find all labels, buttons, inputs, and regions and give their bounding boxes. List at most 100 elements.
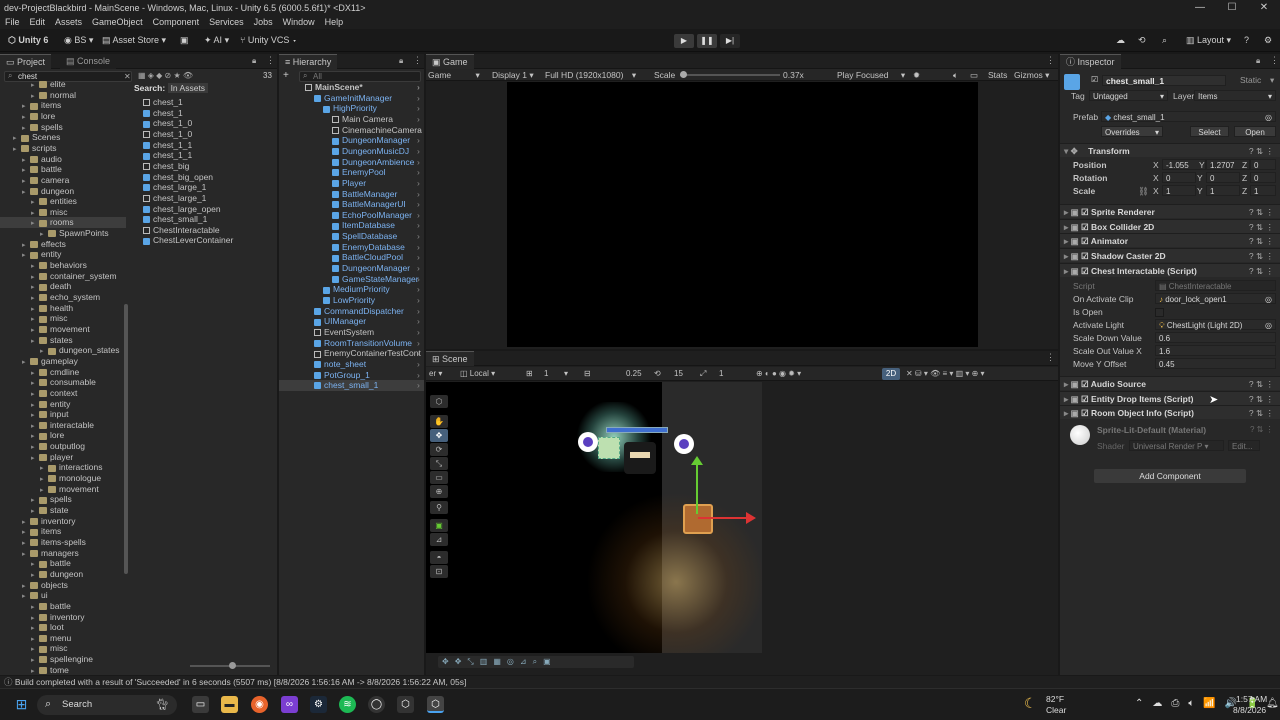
chevron-right-icon[interactable]: › xyxy=(417,135,420,146)
firefox-icon[interactable]: ◉ xyxy=(251,696,268,713)
hierarchy-item[interactable]: EnemyContainerTestCont › xyxy=(279,348,424,359)
constrain-link-icon[interactable]: ⛓︎ xyxy=(1138,184,1149,198)
component-enabled-checkbox[interactable]: ☑ xyxy=(1079,266,1091,276)
chevron-right-icon[interactable]: › xyxy=(417,146,420,157)
project-tree-item[interactable]: ▸ states xyxy=(0,335,126,346)
chevron-right-icon[interactable]: › xyxy=(417,306,420,317)
project-tree-item[interactable]: ▸ misc xyxy=(0,313,126,324)
panel-menu-icon[interactable]: ⋮ xyxy=(1046,352,1055,363)
filter-icons[interactable]: ▦ ◈ ◆ ⊘ ★ 👁︎ xyxy=(138,71,193,80)
component-enabled-checkbox[interactable]: ☑ xyxy=(1079,236,1091,246)
taskbar-search[interactable]: ⌕ Search 🐈︎ xyxy=(37,695,177,715)
component-header-icons[interactable]: ? ⇅ ⋮ xyxy=(1249,264,1274,278)
activate-clip-field[interactable]: ♪ door_lock_open1 ◎ xyxy=(1155,293,1276,304)
cloud-icon[interactable]: ☁ xyxy=(1112,33,1129,48)
search-icon[interactable]: ⌕ xyxy=(1158,33,1171,48)
project-tree-item[interactable]: ▸ player xyxy=(0,452,126,463)
chevron-right-icon[interactable]: › xyxy=(417,103,420,114)
display-dropdown[interactable]: Display 1 ▾ xyxy=(492,69,534,81)
chevron-right-icon[interactable]: › xyxy=(417,178,420,189)
hierarchy-item[interactable]: GameInitManager › xyxy=(279,93,424,104)
component-header[interactable]: ▸ ▣ ☑ Chest Interactable (Script)? ⇅ ⋮ xyxy=(1060,262,1280,278)
lock-icon[interactable]: 🔒︎ xyxy=(1256,56,1260,66)
static-toggle[interactable]: Static xyxy=(1240,75,1261,85)
menu-edit[interactable]: Edit xyxy=(30,17,46,27)
component-enabled-checkbox[interactable]: ☑ xyxy=(1079,394,1091,404)
pivot-dropdown[interactable]: er ▾ xyxy=(429,367,442,381)
component-header-icons[interactable]: ? ⇅ ⋮ xyxy=(1249,392,1274,406)
unity-editor-icon[interactable]: ⬡ xyxy=(427,696,444,713)
project-tree-item[interactable]: ▸ SpawnPoints xyxy=(0,228,126,239)
project-tree-item[interactable]: ▸ misc xyxy=(0,643,126,654)
collider-tool-icon[interactable]: ▣ xyxy=(430,519,448,532)
shader-dropdown[interactable]: Universal Render P ▾ xyxy=(1129,440,1224,451)
project-tree-item[interactable]: ▸ items xyxy=(0,100,126,111)
project-tree-item[interactable]: ▸ entities xyxy=(0,196,126,207)
scene-toggle-icons[interactable]: ✕ ⛁ ▾ 👁︎ ≡ ▾ ▥ ▾ ⊕ ▾ xyxy=(906,367,985,381)
project-tree-item[interactable]: ▸ lore xyxy=(0,430,126,441)
chevron-right-icon[interactable]: › xyxy=(417,93,420,104)
project-tree-item[interactable]: ▸ entity xyxy=(0,399,126,410)
scale-snap-value[interactable]: 1 xyxy=(719,367,723,381)
tab-console[interactable]: ▤ Console xyxy=(60,54,117,69)
project-tree-item[interactable]: ▸ battle xyxy=(0,164,126,175)
project-tree-item[interactable]: ▸ items xyxy=(0,526,126,537)
hierarchy-item[interactable]: BattleManagerUI › xyxy=(279,199,424,210)
camera-tool-icon[interactable]: ⊡ xyxy=(430,565,448,578)
shadow-tool-icon[interactable]: ◓ xyxy=(430,551,448,564)
scale-out-field[interactable]: 1.6 xyxy=(1155,345,1276,356)
project-tree-item[interactable]: ▸ rooms xyxy=(0,217,126,229)
maximize-icon[interactable]: ▭ xyxy=(970,69,978,81)
search-result-item[interactable]: chest_1_0 xyxy=(143,118,192,129)
hierarchy-item[interactable]: MainScene* › xyxy=(279,82,424,93)
move-gizmo-y-axis[interactable] xyxy=(696,462,698,514)
hierarchy-item[interactable]: Player › xyxy=(279,178,424,189)
project-tree-item[interactable]: ▸ movement xyxy=(0,324,126,335)
panel-menu-icon[interactable]: ⋮ xyxy=(1046,55,1055,66)
rect-tool-icon[interactable]: ▭ xyxy=(430,471,448,484)
notifications-icon[interactable]: 🔔︎ xyxy=(1266,698,1279,709)
component-header-icons[interactable]: ? ⇅ ⋮ xyxy=(1249,234,1274,248)
tab-hierarchy[interactable]: ≡ Hierarchy xyxy=(279,54,338,69)
rotation-x-field[interactable]: 0 xyxy=(1162,172,1196,183)
hierarchy-item[interactable]: EventSystem › xyxy=(279,327,424,338)
transform-tool-icon[interactable]: ⊕ xyxy=(430,485,448,498)
snap-value[interactable]: 1 xyxy=(544,367,548,381)
hierarchy-item[interactable]: EchoPoolManager › xyxy=(279,210,424,221)
shader-edit-button[interactable]: Edit... xyxy=(1228,440,1260,451)
vcs-button[interactable]: ⑂ Unity VCS ▾ xyxy=(236,33,301,48)
search-result-item[interactable]: ChestInteractable xyxy=(143,225,220,236)
component-header-icons[interactable]: ? ⇅ ⋮ xyxy=(1249,377,1274,391)
move-gizmo-y-arrow[interactable] xyxy=(691,456,703,465)
lock-icon[interactable]: 🔒︎ xyxy=(252,56,256,66)
steam-icon[interactable]: ⚙ xyxy=(310,696,327,713)
chest-small-sprite[interactable] xyxy=(683,504,713,534)
chevron-right-icon[interactable]: › xyxy=(417,338,420,349)
hierarchy-item[interactable]: ItemDatabase › xyxy=(279,220,424,231)
gizmos-button[interactable]: Gizmos ▾ xyxy=(1014,69,1049,81)
ai-button[interactable]: ✦ AI ▾ xyxy=(200,33,233,48)
search-result-item[interactable]: chest_1_1 xyxy=(143,140,192,151)
project-tree-item[interactable]: ▸ spells xyxy=(0,122,126,133)
chevron-right-icon[interactable]: › xyxy=(417,167,420,178)
component-header[interactable]: ▸ ▣ ☑ Entity Drop Items (Script)? ⇅ ⋮ xyxy=(1060,390,1280,406)
activate-light-field[interactable]: 💡︎ ChestLight (Light 2D) ◎ xyxy=(1155,319,1276,330)
spotify-icon[interactable]: ≋ xyxy=(339,696,356,713)
increment-snap-icon[interactable]: ⊟ xyxy=(584,367,591,381)
hierarchy-item[interactable]: GameStateManager › xyxy=(279,274,424,285)
game-mode-dropdown[interactable]: Game ▾ xyxy=(428,69,480,81)
chevron-right-icon[interactable]: › xyxy=(417,327,420,338)
project-tree-item[interactable]: ▸ dungeon xyxy=(0,569,126,580)
move-gizmo-x-arrow[interactable] xyxy=(746,512,756,524)
windows-start-icon[interactable]: ⊞ xyxy=(13,696,30,713)
project-tree-item[interactable]: ▸ entity xyxy=(0,249,126,260)
hierarchy-search-input[interactable]: All xyxy=(313,72,322,82)
hierarchy-item[interactable]: EnemyDatabase › xyxy=(279,242,424,253)
project-tree-item[interactable]: ▸ state xyxy=(0,505,126,516)
chevron-right-icon[interactable]: › xyxy=(417,252,420,263)
scale-snap-icon[interactable]: ⤢ xyxy=(700,367,706,381)
chevron-right-icon[interactable]: › xyxy=(417,157,420,168)
rotation-z-field[interactable]: 0 xyxy=(1250,172,1276,183)
github-icon[interactable]: ◯ xyxy=(368,696,385,713)
status-bar[interactable]: ⓘ Build completed with a result of 'Succ… xyxy=(0,676,1280,688)
